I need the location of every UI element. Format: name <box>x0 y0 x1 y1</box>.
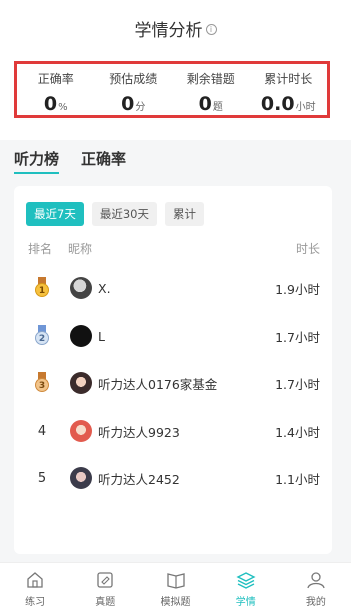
book-icon <box>166 573 185 589</box>
header-rank: 排名 <box>28 242 53 256</box>
duration: 1.7小时 <box>275 376 320 392</box>
nav-label: 真题 <box>95 597 116 608</box>
avatar <box>70 420 92 442</box>
nav-label: 模拟题 <box>160 597 191 608</box>
header-nickname: 昵称 <box>68 242 93 256</box>
silver-medal-icon: 2 <box>35 325 49 347</box>
table-row[interactable]: 3 听力达人0176家基金 1.7小时 <box>28 371 320 395</box>
avatar <box>70 467 92 489</box>
stat-unit: 题 <box>212 102 223 113</box>
rank-number: 4 <box>37 423 47 439</box>
filter-last-7-days[interactable]: 最近7天 <box>26 202 84 226</box>
ranking-tabs: 听力榜 正确率 <box>14 148 126 174</box>
nav-learning-analysis[interactable]: 学情 <box>211 563 281 612</box>
rank-cell: 1 <box>28 277 56 299</box>
person-icon <box>307 572 325 589</box>
nav-past-papers[interactable]: 真题 <box>70 563 140 612</box>
page-title-text: 学情分析 <box>134 21 203 41</box>
page-title: 学情分析 i <box>0 16 351 41</box>
rank-cell: 2 <box>28 325 56 347</box>
stat-value: 0 <box>121 93 135 115</box>
stat-value: 0 <box>43 93 58 115</box>
info-icon[interactable]: i <box>205 23 217 35</box>
time-filters: 最近7天 最近30天 累计 <box>26 202 204 226</box>
table-row[interactable]: 5 听力达人2452 1.1小时 <box>28 466 320 490</box>
rank-number: 5 <box>37 470 47 486</box>
stat-label: 累计时长 <box>264 72 313 86</box>
layers-icon <box>236 572 256 589</box>
stat-unit: % <box>58 102 68 113</box>
stat-estimated-score: 预估成绩 0分 <box>95 64 173 115</box>
exam-paper-icon <box>97 572 113 588</box>
duration: 1.7小时 <box>275 329 320 345</box>
stat-total-time: 累计时长 0.0小时 <box>250 64 328 115</box>
nav-label: 我的 <box>305 597 326 608</box>
filter-last-30-days[interactable]: 最近30天 <box>91 202 157 226</box>
duration: 1.9小时 <box>275 281 320 297</box>
stat-value: 0 <box>198 93 212 115</box>
nav-profile[interactable]: 我的 <box>281 563 351 612</box>
stat-unit: 分 <box>135 102 146 113</box>
duration: 1.1小时 <box>275 471 320 487</box>
duration: 1.4小时 <box>275 424 320 440</box>
ranking-card: 最近7天 最近30天 累计 排名 昵称 时长 1 X. 1.9小时 2 L 1.… <box>14 186 332 554</box>
tab-listening-ranking[interactable]: 听力榜 <box>14 148 60 174</box>
nickname: 听力达人9923 <box>98 424 180 440</box>
stat-label: 预估成绩 <box>109 72 158 86</box>
table-row[interactable]: 4 听力达人9923 1.4小时 <box>28 419 320 443</box>
nickname: 听力达人2452 <box>98 471 180 487</box>
gold-medal-icon: 1 <box>35 277 49 299</box>
stat-value: 0.0 <box>260 93 295 115</box>
bottom-navigation: 练习 真题 模拟题 学情 我的 <box>0 562 351 612</box>
nickname: 听力达人0176家基金 <box>98 376 218 392</box>
stat-unit: 小时 <box>295 102 316 113</box>
table-row[interactable]: 2 L 1.7小时 <box>28 324 320 348</box>
table-row[interactable]: 1 X. 1.9小时 <box>28 276 320 300</box>
rank-cell: 3 <box>28 372 56 394</box>
avatar <box>70 372 92 394</box>
nav-label: 学情 <box>235 597 256 608</box>
stat-accuracy: 正确率 0% <box>17 64 95 115</box>
nav-mock-exams[interactable]: 模拟题 <box>140 563 210 612</box>
table-header: 排名 昵称 时长 <box>28 240 320 257</box>
nickname: X. <box>98 280 111 296</box>
nav-practice[interactable]: 练习 <box>0 563 70 612</box>
avatar <box>70 325 92 347</box>
home-icon <box>27 572 43 588</box>
stat-remaining-mistakes: 剩余错题 0题 <box>172 64 250 115</box>
stat-label: 剩余错题 <box>186 72 235 86</box>
tab-accuracy[interactable]: 正确率 <box>81 148 126 174</box>
filter-cumulative[interactable]: 累计 <box>164 202 204 226</box>
stats-panel: 正确率 0% 预估成绩 0分 剩余错题 0题 累计时长 0.0小时 <box>14 61 330 118</box>
header-section: 学情分析 i 正确率 0% 预估成绩 0分 剩余错题 0题 累计时长 0.0小时 <box>0 0 351 140</box>
header-duration: 时长 <box>295 242 320 256</box>
bronze-medal-icon: 3 <box>35 372 49 394</box>
nav-label: 练习 <box>25 597 46 608</box>
nickname: L <box>98 328 105 344</box>
stat-label: 正确率 <box>37 72 74 86</box>
avatar <box>70 277 92 299</box>
